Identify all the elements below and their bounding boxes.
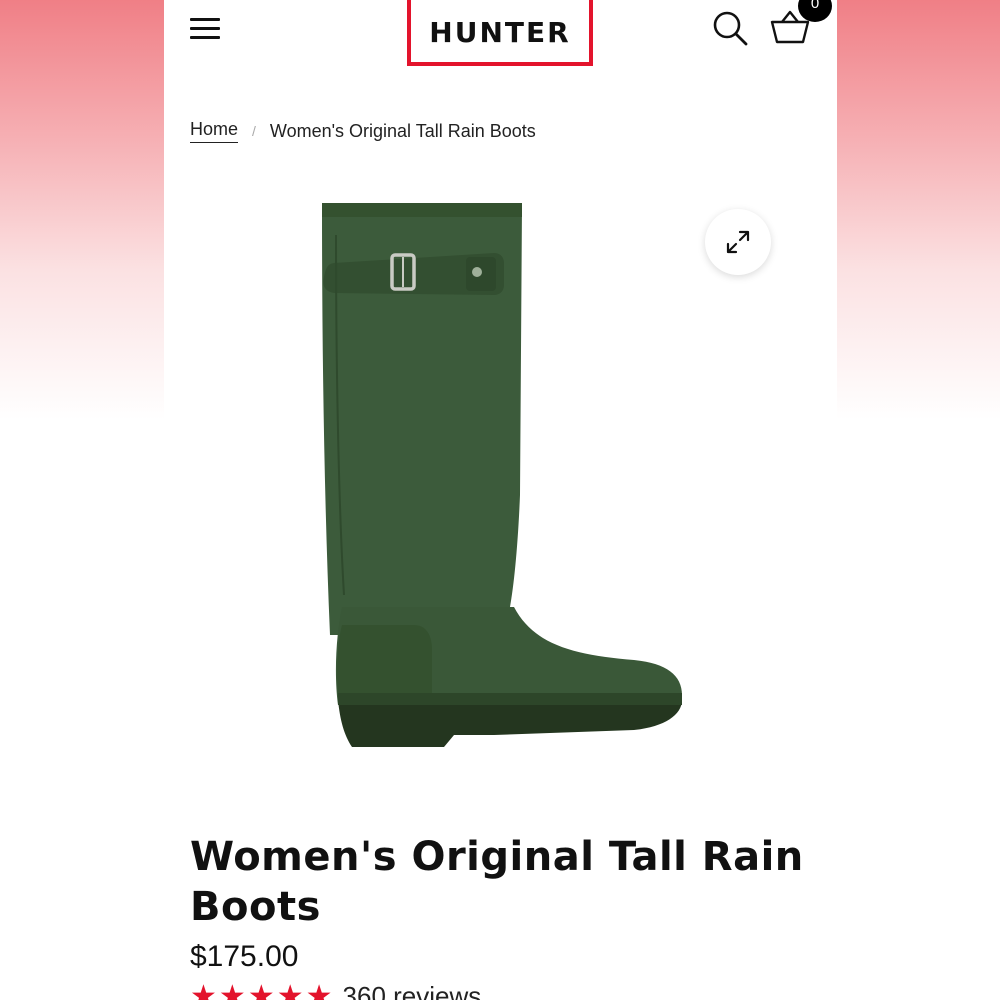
star-icon: ★ — [247, 979, 275, 1000]
star-icon: ★ — [276, 979, 304, 1000]
product-title: Women's Original Tall Rain Boots — [190, 834, 804, 930]
star-icon: ★ — [218, 979, 246, 1000]
menu-icon[interactable] — [188, 14, 222, 42]
expand-image-button[interactable] — [705, 209, 771, 275]
breadcrumb-separator: / — [252, 123, 256, 139]
star-icon: ★ — [190, 979, 217, 1000]
rating-stars: ★ ★ ★ ★ ★ — [190, 979, 333, 1000]
right-background — [837, 0, 1000, 1000]
product-rating[interactable]: ★ ★ ★ ★ ★ 360 reviews — [190, 981, 481, 1000]
product-image[interactable] — [314, 195, 694, 765]
reviews-link[interactable]: 360 reviews — [343, 981, 482, 1000]
left-background — [0, 0, 164, 1000]
hunter-logo[interactable]: HUNTER — [407, 0, 593, 66]
breadcrumb: Home / Women's Original Tall Rain Boots — [190, 119, 536, 143]
star-icon: ★ — [305, 979, 333, 1000]
breadcrumb-home-link[interactable]: Home — [190, 119, 239, 143]
breadcrumb-current: Women's Original Tall Rain Boots — [269, 120, 536, 141]
expand-icon — [726, 230, 750, 254]
logo-text: HUNTER — [429, 15, 571, 49]
product-price: $175.00 — [190, 940, 299, 973]
product-page: HUNTER 0 Home / Women's Original Tall Ra… — [164, 0, 837, 1000]
search-icon[interactable] — [710, 8, 750, 48]
